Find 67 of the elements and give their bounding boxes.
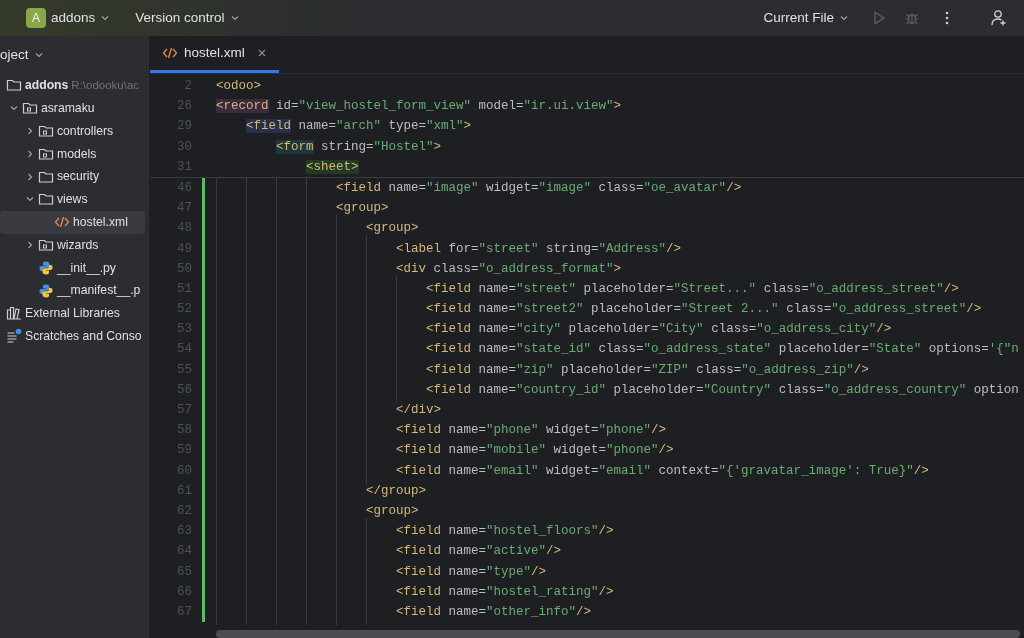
code-line: <form string="Hostel"> [275,138,442,156]
tree-item[interactable]: __init__.py [0,256,145,280]
chevron-right-icon[interactable] [25,239,35,250]
code-line: <field name="street" placeholder="Street..." class="o_address_street"/> [425,280,959,298]
code-line: <field name="other_info"/> [395,603,592,621]
tree-item[interactable]: __manifest__.p [0,279,145,302]
chevron-right-icon[interactable] [25,171,35,182]
code-line: <field name="phone" widget="phone"/> [395,422,667,440]
close-icon[interactable] [256,48,267,58]
code-line: <div class="o_address_format"> [395,260,622,278]
code-line: <field name="country_id" placeholder="Country" class="o_address_country" option [425,381,1019,399]
chevron-down-icon[interactable] [839,13,849,23]
scratches-icon [6,328,22,345]
editor-tab[interactable]: hostel.xml [150,36,279,73]
code-line: <field name="email" widget="email" context="{'gravatar_image': True}"/> [395,462,929,480]
code-line: <field name="type"/> [395,563,547,581]
code-line: <label for="street" string="Address"/> [395,240,682,258]
tree-item[interactable]: controllers [0,119,145,143]
code-line: <field name="street2" placeholder="Street 2..." class="o_address_street"/> [425,301,982,319]
code-brackets-icon [162,45,178,61]
code-line: <group> [365,220,419,238]
more-icon[interactable] [944,10,950,26]
horizontal-scrollbar[interactable] [216,630,1020,638]
chevron-right-icon[interactable] [25,148,35,159]
tree-item[interactable]: Scratches and Conso [0,324,145,348]
python-icon [38,282,54,299]
code-line: <record id="view_hostel_form_view" model="ir.ui.view"> [216,98,622,116]
tree-item[interactable]: views [0,188,145,211]
chevron-right-icon[interactable] [25,126,35,136]
run-icon[interactable] [871,10,887,26]
code-line: <field name="arch" type="xml"> [245,118,472,136]
chevron-down-icon[interactable] [229,13,240,23]
code-line: <field name="hostel_rating"/> [395,583,614,601]
code-line: <field name="mobile" widget="phone"/> [395,442,674,460]
code-line: <group> [365,502,419,520]
tree-item[interactable]: asramaku [0,96,145,120]
chevron-down-icon[interactable] [100,13,111,23]
folder-icon [38,191,54,208]
tree-item[interactable]: wizards [0,233,145,257]
code-line: <group> [335,200,389,218]
folder-icon [22,100,38,117]
tree-item[interactable]: External Libraries [0,301,145,325]
code-line: <field name="active"/> [395,543,562,561]
folder-icon [38,123,54,139]
tree-item[interactable]: models [0,142,145,166]
folder-icon [6,77,22,94]
project-badge: A [26,8,46,28]
version-control-menu[interactable]: Version control [129,5,246,31]
code-line: <field name="state_id" class="o_address_state" placeholder="State" options='{"n [425,341,1019,359]
path-hint: R:\odooku\ac [71,77,140,93]
project-switcher[interactable]: A addons [20,5,117,31]
library-icon [6,305,22,322]
chevron-down-icon[interactable] [33,50,44,60]
code-line: </group> [365,482,427,500]
add-user-icon[interactable] [990,9,1008,27]
tree-item[interactable]: hostel.xml [0,210,145,234]
code-line: <field name="city" placeholder="City" class="o_address_city"/> [425,321,892,339]
project-view-menu[interactable]: oject [0,44,44,66]
tree-item[interactable]: security [0,165,145,188]
python-icon [38,259,54,276]
code-line: <field name="hostel_floors"/> [395,523,614,541]
code-line: <field name="image" widget="image" class="oe_avatar"/> [335,179,742,197]
code-line: <field name="zip" placeholder="ZIP" class="o_address_zip"/> [425,361,869,379]
run-configuration-menu[interactable]: Current File [757,5,855,31]
tree-item[interactable]: addons R:\odooku\ac [0,74,145,97]
code-line: </div> [395,402,442,419]
code-line: <odoo> [216,78,261,95]
